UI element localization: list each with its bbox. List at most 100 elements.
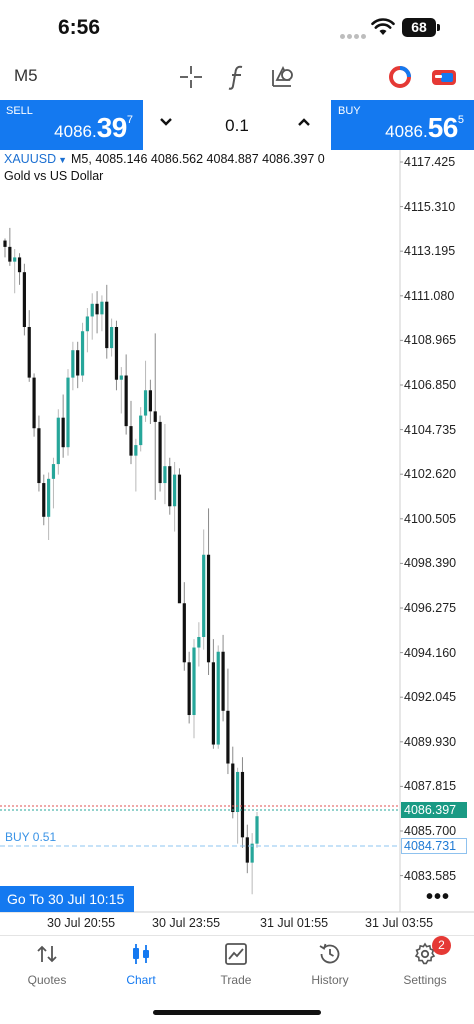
price-tick-label: 4083.585 (404, 868, 457, 883)
price-tick-label: 4085.700 (404, 824, 457, 838)
trade-toggle-icon[interactable] (429, 62, 459, 92)
candle-body (245, 837, 249, 863)
symbol-description: Gold vs US Dollar (4, 169, 104, 183)
go-to-button[interactable]: Go To 30 Jul 10:15 (0, 886, 134, 912)
price-tick-label: 4087.815 (404, 779, 457, 794)
timeframe-button[interactable]: M5 (14, 66, 38, 86)
time-tick-label: 30 Jul 23:55 (152, 916, 221, 930)
candle-body (90, 303, 94, 317)
candle-body (158, 421, 162, 484)
candle-body (153, 411, 157, 422)
candle-body (114, 327, 119, 380)
candle-body (80, 331, 85, 376)
candle-body (105, 301, 109, 349)
price-chart[interactable]: XAUUSD ▼ M5, 4085.146 4086.562 4084.887 40… (0, 150, 474, 935)
one-click-trade-panel: SELL 4086.397 0.1 BUY 4086.565 (0, 100, 474, 150)
candle-body (177, 474, 182, 604)
candle-body (27, 327, 31, 378)
settings-notification-badge: 2 (432, 936, 451, 955)
volume-control: 0.1 (143, 100, 331, 150)
tab-quotes-label: Quotes (27, 973, 67, 987)
price-tick-label: 4104.735 (404, 422, 457, 437)
time-tick-label: 31 Jul 01:55 (260, 916, 329, 930)
candle-body (182, 603, 186, 663)
candle-body (139, 415, 143, 446)
indicators-icon[interactable] (222, 62, 252, 92)
candle-body (119, 375, 123, 380)
candle-body (71, 350, 75, 378)
candle-body (197, 636, 201, 648)
candle-body (221, 651, 225, 711)
trade-icon (225, 943, 247, 965)
price-tick-label: 4092.045 (404, 690, 457, 705)
candle-body (61, 417, 65, 448)
candle-body (168, 466, 172, 507)
candle-body (255, 816, 259, 844)
candle-body (231, 763, 235, 813)
history-icon (319, 943, 340, 964)
chart-toolbar: M5 (0, 56, 474, 100)
price-tick-label: 4108.965 (404, 333, 457, 348)
candle-body (202, 554, 206, 637)
sell-price: 4086.397 (54, 112, 133, 143)
candle-body (95, 303, 99, 315)
candle-body (76, 350, 80, 376)
candle-body (129, 426, 133, 456)
candle-body (226, 710, 230, 764)
price-tick-label: 4106.850 (404, 378, 457, 392)
position-line-label[interactable]: BUY 0.51 (5, 830, 56, 844)
price-tick-label: 4100.505 (404, 511, 457, 526)
bid-price-tag: 4086.397 (401, 802, 467, 818)
status-bar: 6:56 68 (0, 0, 474, 56)
tab-history[interactable]: History (283, 936, 377, 996)
wifi-icon (371, 18, 395, 35)
volume-increase-icon[interactable] (297, 117, 311, 127)
symbol-dropdown-icon[interactable]: ▼ (58, 155, 67, 165)
tab-settings[interactable]: 2 Settings (378, 936, 472, 996)
cellular-signal-icon (340, 26, 368, 44)
tab-chart[interactable]: Chart (94, 936, 188, 996)
sell-label: SELL (6, 105, 33, 117)
price-tick-label: 4094.160 (404, 645, 457, 660)
battery-nub (437, 24, 440, 31)
sell-button[interactable]: SELL 4086.397 (0, 100, 143, 150)
tab-chart-label: Chart (126, 973, 156, 987)
buy-button[interactable]: BUY 4086.565 (331, 100, 474, 150)
chart-icon (133, 944, 149, 964)
candle-body (240, 771, 245, 838)
home-indicator (153, 1010, 321, 1015)
candle-body (216, 651, 220, 745)
tab-settings-label: Settings (403, 973, 447, 987)
candle-body (192, 647, 196, 716)
price-tick-label: 4098.390 (404, 556, 457, 571)
crosshair-icon[interactable] (176, 62, 206, 92)
status-time: 6:56 (58, 16, 101, 39)
candle-body (32, 377, 36, 429)
tab-quotes[interactable]: Quotes (0, 936, 94, 996)
candle-body (66, 377, 70, 448)
price-tick-label: 4111.080 (404, 288, 455, 303)
candle-body (47, 478, 51, 517)
one-click-trading-icon[interactable] (385, 62, 415, 92)
price-tick-label: 4113.195 (404, 244, 456, 259)
time-tick-label: 31 Jul 03:55 (365, 916, 434, 930)
candle-body (211, 662, 215, 745)
price-tick-label: 4089.930 (404, 734, 457, 749)
candle-body (56, 417, 60, 465)
candle-body (3, 240, 7, 247)
candle-body (8, 246, 12, 262)
position-price-tag: 4084.731 (401, 838, 467, 854)
buy-price: 4086.565 (385, 112, 464, 143)
price-tick-label: 4117.425 (404, 155, 456, 169)
candle-body (163, 466, 167, 484)
candle-body (42, 483, 46, 517)
candle-body (134, 445, 138, 456)
tab-trade[interactable]: Trade (189, 936, 283, 996)
more-options-button[interactable]: ••• (426, 886, 450, 909)
objects-icon[interactable] (268, 62, 298, 92)
candle-body (148, 390, 152, 412)
candle-body (51, 464, 56, 479)
battery-indicator: 68 (402, 18, 436, 37)
price-tick-label: 4096.275 (404, 601, 457, 615)
symbol-selector[interactable]: XAUUSD (4, 152, 56, 166)
